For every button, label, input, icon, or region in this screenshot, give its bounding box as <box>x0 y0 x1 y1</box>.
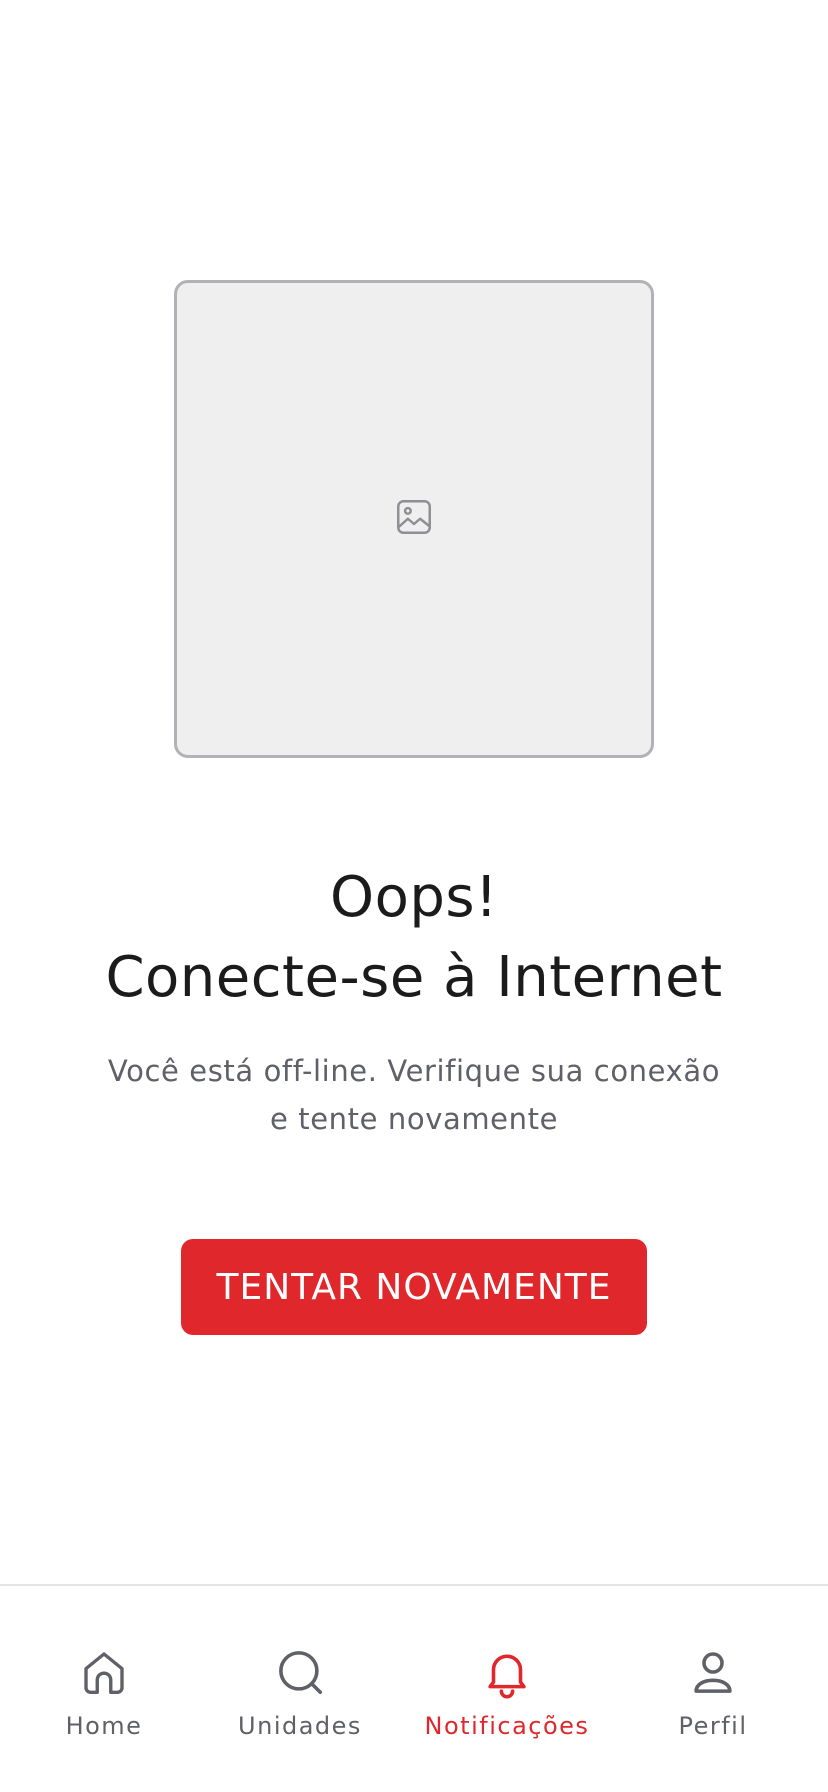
error-message: Você está off-line. Verifique sua conexã… <box>107 1054 721 1136</box>
error-title-line1: Oops! <box>329 865 498 930</box>
tab-home-label: Home <box>65 1712 143 1740</box>
bottom-tab-bar: Home Unidades Notificações Perfil <box>0 1584 828 1792</box>
tab-unidades[interactable]: Unidades <box>205 1644 395 1754</box>
search-icon <box>272 1644 328 1700</box>
retry-button[interactable]: TENTAR NOVAMENTE <box>181 1239 647 1335</box>
tab-notificacoes[interactable]: Notificações <box>412 1644 602 1754</box>
error-title: Oops! Conecte-se à Internet <box>0 858 828 1018</box>
tab-perfil-label: Perfil <box>678 1712 748 1740</box>
tab-perfil[interactable]: Perfil <box>618 1644 808 1754</box>
image-placeholder-icon <box>393 496 435 542</box>
error-title-line2: Conecte-se à Internet <box>105 945 723 1010</box>
bell-icon <box>479 1644 535 1700</box>
offline-screen: Oops! Conecte-se à Internet Você está of… <box>0 0 828 1792</box>
tab-home[interactable]: Home <box>9 1644 199 1754</box>
tab-unidades-label: Unidades <box>238 1712 362 1740</box>
image-placeholder <box>174 280 654 758</box>
home-icon <box>76 1644 132 1700</box>
tab-notificacoes-label: Notificações <box>424 1712 590 1740</box>
user-icon <box>685 1644 741 1700</box>
